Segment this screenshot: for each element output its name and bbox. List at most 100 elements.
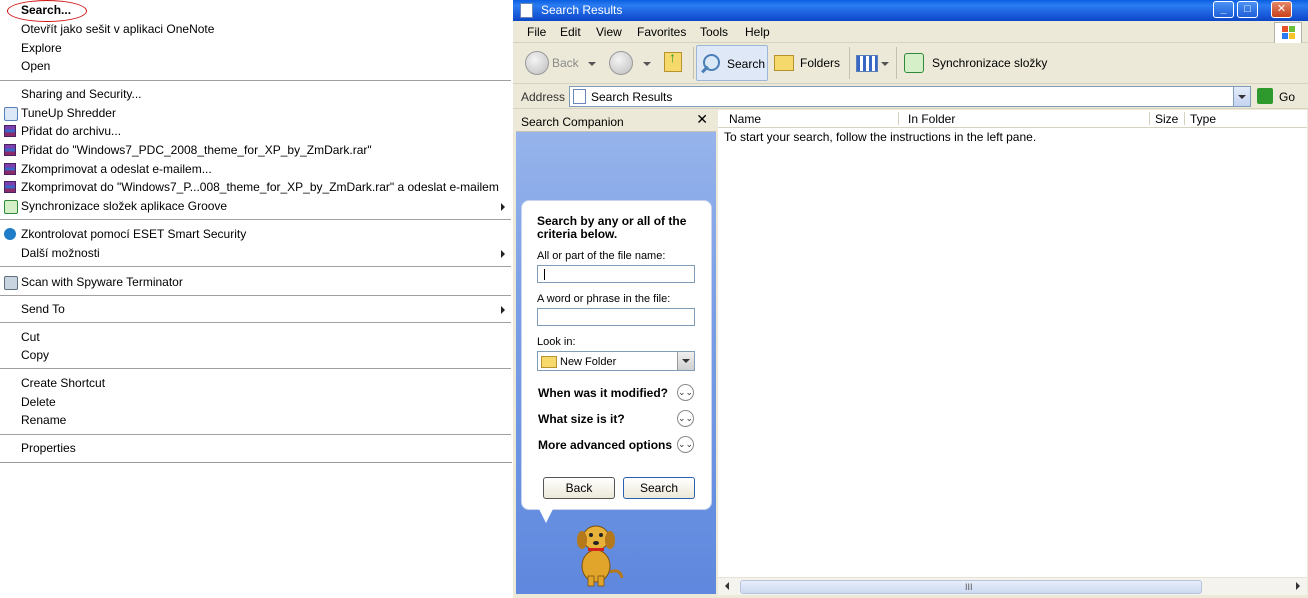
menu-separator <box>0 295 511 296</box>
menu-favorites[interactable]: Favorites <box>637 25 686 39</box>
menu-item-delete[interactable]: Delete <box>0 393 512 411</box>
phrase-label: A word or phrase in the file: <box>537 293 671 305</box>
expander-label: What size is it? <box>538 412 625 426</box>
back-arrow-icon <box>525 51 549 75</box>
sync-label: Synchronizace složky <box>932 56 1048 70</box>
expander-modified[interactable]: When was it modified? ⌄⌄ <box>538 384 708 402</box>
expander-size[interactable]: What size is it? ⌄⌄ <box>538 410 708 428</box>
menu-item-cut[interactable]: Cut <box>0 328 512 346</box>
menu-item-label: Copy <box>21 348 50 362</box>
menu-item-label: Send To <box>21 302 65 316</box>
spyware-terminator-icon <box>4 276 18 290</box>
menu-item-create-shortcut[interactable]: Create Shortcut <box>0 374 512 392</box>
lookin-dropdown-button[interactable] <box>677 352 694 370</box>
search-results-icon <box>573 89 586 104</box>
scroll-left-icon[interactable] <box>725 582 729 590</box>
back-button[interactable]: Back <box>521 43 601 81</box>
forward-button[interactable] <box>607 43 653 81</box>
column-divider[interactable] <box>1184 112 1185 125</box>
lookin-select[interactable]: New Folder <box>537 351 695 371</box>
filename-input[interactable] <box>537 265 695 283</box>
instructions-message: To start your search, follow the instruc… <box>724 130 1037 144</box>
results-list[interactable]: Name In Folder Size Type To start your s… <box>718 110 1307 595</box>
menu-edit[interactable]: Edit <box>560 25 581 39</box>
folders-button[interactable]: Folders <box>773 43 845 81</box>
menu-item-groove-sync[interactable]: Synchronizace složek aplikace Groove <box>0 197 512 215</box>
menu-file[interactable]: File <box>527 25 546 39</box>
menu-item-explore[interactable]: Explore <box>0 39 512 57</box>
menu-item-open[interactable]: Open <box>0 57 512 75</box>
horizontal-scrollbar[interactable]: III <box>718 577 1307 595</box>
menu-item-compress-email[interactable]: Zkomprimovat a odeslat e-mailem... <box>0 160 512 178</box>
chevron-down-icon <box>881 62 889 66</box>
title-bar[interactable]: Search Results _ □ ✕ <box>513 0 1308 21</box>
double-chevron-down-icon[interactable]: ⌄⌄ <box>677 410 694 427</box>
column-divider[interactable] <box>1149 112 1150 125</box>
double-chevron-down-icon[interactable]: ⌄⌄ <box>677 384 694 401</box>
menu-item-label: TuneUp Shredder <box>21 106 116 120</box>
expander-label: When was it modified? <box>538 386 669 400</box>
search-dog-icon[interactable] <box>566 516 626 588</box>
menu-item-tuneup-shredder[interactable]: TuneUp Shredder <box>0 104 512 122</box>
minimize-button[interactable]: _ <box>1213 1 1234 18</box>
scroll-thumb[interactable]: III <box>740 580 1202 594</box>
menu-item-label: Cut <box>21 330 40 344</box>
search-results-icon <box>520 3 533 18</box>
go-button[interactable]: Go <box>1255 86 1305 106</box>
windows-logo-icon <box>1274 22 1302 44</box>
menu-tools[interactable]: Tools <box>700 25 728 39</box>
menu-item-label: Scan with Spyware Terminator <box>21 275 183 289</box>
winrar-icon <box>4 163 16 175</box>
window-title: Search Results <box>541 3 623 17</box>
menu-item-more-options[interactable]: Další možnosti <box>0 244 512 262</box>
highlight-ellipse <box>7 0 87 22</box>
address-dropdown-button[interactable] <box>1233 87 1250 106</box>
column-header-in-folder[interactable]: In Folder <box>908 112 955 126</box>
expander-advanced[interactable]: More advanced options ⌄⌄ <box>538 436 708 454</box>
search-button[interactable]: Search <box>696 45 768 81</box>
views-button[interactable] <box>855 43 891 81</box>
menu-item-label: Delete <box>21 395 56 409</box>
column-header-name[interactable]: Name <box>729 112 761 126</box>
sync-folder-button[interactable]: Synchronizace složky <box>903 43 1063 81</box>
column-header-size[interactable]: Size <box>1155 112 1178 126</box>
search-submit-button[interactable]: Search <box>623 477 695 499</box>
menu-item-copy[interactable]: Copy <box>0 346 512 364</box>
menu-item-add-to-rar[interactable]: Přidat do "Windows7_PDC_2008_theme_for_X… <box>0 141 512 159</box>
menu-item-eset-scan[interactable]: Zkontrolovat pomocí ESET Smart Security <box>0 225 512 243</box>
menu-separator <box>0 434 511 435</box>
close-pane-icon[interactable]: ✕ <box>696 111 708 128</box>
menu-help[interactable]: Help <box>745 25 770 39</box>
chevron-down-icon[interactable] <box>588 62 596 66</box>
scroll-right-icon[interactable] <box>1296 582 1300 590</box>
maximize-button[interactable]: □ <box>1237 1 1258 18</box>
address-input[interactable]: Search Results <box>569 86 1251 107</box>
menu-item-properties[interactable]: Properties <box>0 439 512 457</box>
menu-item-spyware-terminator[interactable]: Scan with Spyware Terminator <box>0 273 512 291</box>
phrase-input[interactable] <box>537 308 695 326</box>
menu-item-compress-to-rar-email[interactable]: Zkomprimovat do "Windows7_P...008_theme_… <box>0 178 512 196</box>
menu-item-send-to[interactable]: Send To <box>0 300 512 318</box>
menu-item-sharing[interactable]: Sharing and Security... <box>0 85 512 103</box>
groove-icon <box>4 200 18 214</box>
menu-item-label: Sharing and Security... <box>21 87 142 101</box>
menu-item-label: Další možnosti <box>21 246 100 260</box>
up-folder-button[interactable]: ↑ <box>659 43 687 81</box>
folders-icon <box>774 55 794 71</box>
close-button[interactable]: ✕ <box>1271 1 1292 18</box>
double-chevron-down-icon[interactable]: ⌄⌄ <box>677 436 694 453</box>
menu-item-onenote[interactable]: Otevřít jako sešit v aplikaci OneNote <box>0 20 512 38</box>
chevron-down-icon[interactable] <box>643 62 651 66</box>
menu-separator <box>0 266 511 267</box>
submenu-arrow-icon <box>501 306 505 314</box>
menu-view[interactable]: View <box>596 25 622 39</box>
explorer-window: Search Results _ □ ✕ File Edit View Favo… <box>513 0 1308 598</box>
menu-item-add-archive[interactable]: Přidat do archivu... <box>0 122 512 140</box>
column-header-type[interactable]: Type <box>1190 112 1216 126</box>
column-divider[interactable] <box>898 112 899 125</box>
eset-icon <box>4 228 16 240</box>
menu-item-rename[interactable]: Rename <box>0 411 512 429</box>
back-button[interactable]: Back <box>543 477 615 499</box>
toolbar-separator <box>693 47 694 79</box>
lookin-value: New Folder <box>560 356 617 368</box>
